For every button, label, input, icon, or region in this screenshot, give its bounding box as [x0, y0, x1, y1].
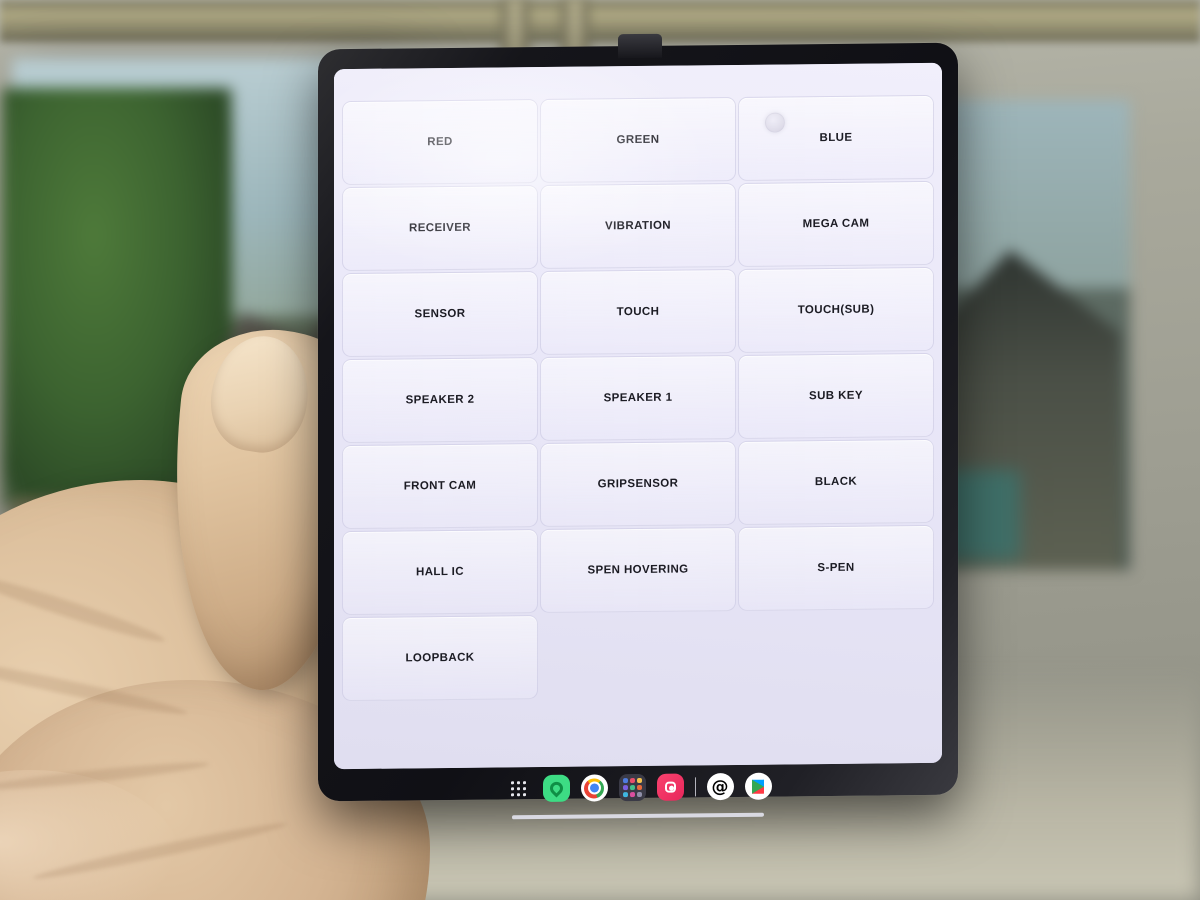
test-button[interactable]: TOUCH(SUB): [738, 266, 934, 353]
dock-icons: @: [505, 772, 772, 803]
apps-grid-dots: [510, 781, 526, 797]
app-folder-icon[interactable]: [618, 773, 646, 802]
test-button[interactable]: HALL IC: [342, 529, 538, 616]
test-button[interactable]: GREEN: [540, 96, 736, 184]
photo-scene: RED GREEN BLUE RECEIVER VIBRATION MEGA CAM SEN…: [0, 0, 1200, 900]
taskbar: @: [334, 765, 942, 851]
test-button[interactable]: S-PEN: [738, 524, 934, 611]
fold-hinge: [618, 33, 662, 59]
test-button[interactable]: BLUE: [738, 94, 934, 181]
instagram-icon[interactable]: [656, 773, 684, 801]
test-button[interactable]: TOUCH: [540, 268, 736, 356]
apps-grid-icon[interactable]: [505, 775, 532, 802]
test-button[interactable]: BLACK: [738, 438, 934, 525]
test-button[interactable]: SPEAKER 1: [540, 354, 736, 442]
threads-icon[interactable]: @: [706, 772, 734, 801]
grid-empty-slot: [738, 611, 934, 697]
hardware-test-grid: RED GREEN BLUE RECEIVER VIBRATION MEGA CAM SEN…: [342, 94, 934, 702]
test-button[interactable]: SPEN HOVERING: [540, 526, 736, 614]
test-button[interactable]: FRONT CAM: [342, 443, 538, 530]
ceiling-moulding: [0, 0, 1200, 42]
play-store-icon[interactable]: [744, 772, 772, 800]
chrome-icon[interactable]: [580, 774, 608, 802]
chrome-ring: [584, 777, 604, 799]
test-button[interactable]: GRIPSENSOR: [540, 440, 736, 528]
folder-mini-apps: [622, 777, 642, 798]
grid-empty-slot: [540, 613, 736, 699]
test-button[interactable]: MEGA CAM: [738, 180, 934, 267]
test-button[interactable]: RED: [342, 99, 538, 186]
phone-handset-glyph: [546, 779, 566, 798]
test-button[interactable]: SUB KEY: [738, 352, 934, 439]
test-button[interactable]: VIBRATION: [540, 182, 736, 270]
test-button[interactable]: SPEAKER 2: [342, 357, 538, 444]
dock-divider: [694, 777, 696, 797]
test-button[interactable]: RECEIVER: [342, 185, 538, 272]
instagram-lens-glyph: [664, 781, 676, 793]
phone-icon[interactable]: [542, 774, 570, 803]
test-button[interactable]: SENSOR: [342, 271, 538, 358]
device-screen: RED GREEN BLUE RECEIVER VIBRATION MEGA CAM SEN…: [334, 62, 942, 770]
navigation-gesture-bar[interactable]: [512, 812, 764, 820]
foldable-phone: RED GREEN BLUE RECEIVER VIBRATION MEGA CAM SEN…: [318, 33, 958, 820]
play-triangle-glyph: [752, 779, 764, 793]
threads-glyph: @: [711, 776, 729, 797]
test-button[interactable]: LOOPBACK: [342, 615, 538, 702]
